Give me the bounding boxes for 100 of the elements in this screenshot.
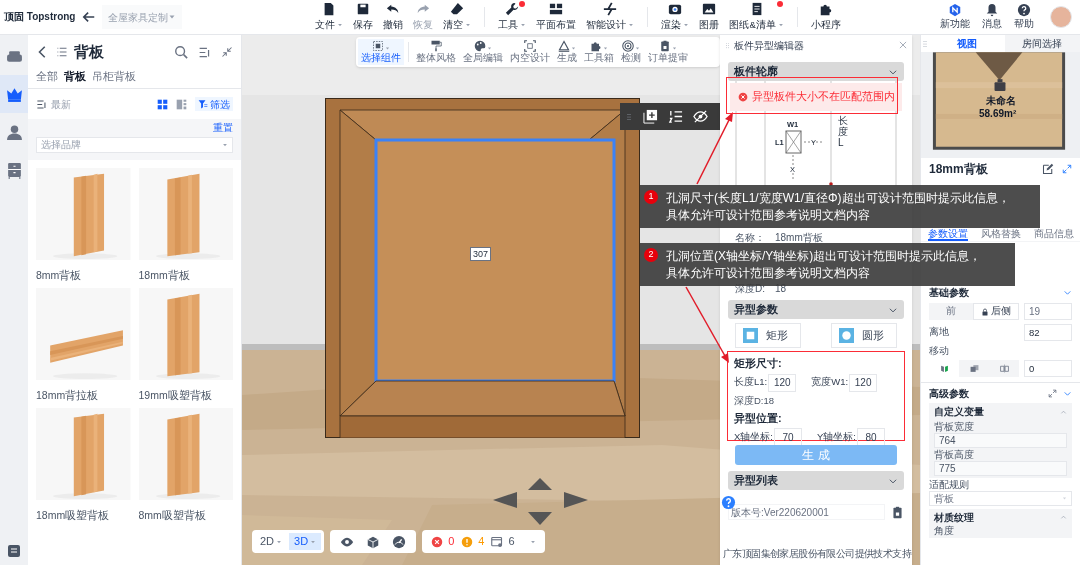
toolbar-button[interactable]: 小程序 [805, 1, 846, 33]
selection-icon [372, 40, 384, 52]
error-count[interactable]: 0 [448, 533, 455, 550]
toolbar-button[interactable]: 检测 [618, 39, 644, 65]
sort-icon[interactable] [198, 45, 211, 59]
product-name[interactable]: 18mm背拉板 [36, 388, 131, 404]
toolbar-button[interactable]: 全局编辑 [460, 39, 506, 65]
expand-icon[interactable] [1062, 164, 1072, 174]
property-tab[interactable]: 商品信息 [1033, 226, 1074, 241]
category-tab[interactable]: 背板 [64, 68, 86, 85]
caret-icon[interactable] [529, 538, 536, 545]
paint-roller-icon [430, 40, 442, 52]
toolbar-button[interactable]: 文件 [310, 1, 349, 33]
view-mode-tab[interactable]: 3D [289, 533, 322, 550]
cube-icon[interactable] [366, 534, 381, 549]
section-title: 材质纹理 [934, 510, 974, 525]
toolbar-button[interactable]: 帮助 [1010, 2, 1038, 32]
segment-button[interactable]: 后侧 [973, 303, 1019, 320]
circle-icon [839, 328, 854, 343]
view-tab[interactable]: 房间选择 [1004, 35, 1080, 52]
up-arrow[interactable] [528, 478, 552, 490]
item-count[interactable]: 6 [508, 533, 515, 550]
toolbar-button[interactable]: 选择组件 [358, 39, 404, 65]
toolbar-button[interactable]: 工具箱 [581, 39, 617, 65]
shape-button[interactable]: 圆形 [831, 323, 897, 348]
view-mode-tab[interactable]: 2D [255, 533, 288, 550]
toolbar-button[interactable]: 工具 [493, 1, 532, 33]
toolbar-button[interactable]: 智能设计 [581, 1, 640, 33]
add-icon[interactable] [643, 109, 658, 124]
product-name[interactable]: 8mm背板 [36, 268, 131, 284]
warning-icon [461, 535, 474, 548]
numbered-list-icon[interactable] [668, 109, 683, 124]
field-label: Y轴坐标: [817, 430, 856, 445]
number-field[interactable]: 120 [849, 373, 878, 392]
number-field[interactable]: 0 [1024, 360, 1072, 378]
toolbar-button[interactable]: 图纸&清单 [724, 1, 789, 33]
toolbar-button[interactable]: 平面布置 [531, 1, 582, 33]
reset-link[interactable]: 重置 [213, 120, 233, 135]
filter-icon [198, 99, 208, 109]
section-header[interactable]: 异型列表 [728, 471, 904, 490]
field-label: 适配规则 [928, 478, 970, 491]
toolbar-button[interactable]: 消息 [978, 2, 1006, 32]
toolbar-button[interactable]: 内空设计 [507, 39, 553, 65]
filter-button[interactable]: 筛选 [195, 97, 233, 111]
sheet-icon[interactable] [6, 543, 22, 559]
caret-icon [1062, 495, 1067, 501]
product-name[interactable]: 8mm吸塑背板 [138, 508, 233, 524]
number-field[interactable]: 70 [774, 428, 802, 447]
callout-text: 孔洞尺寸(长度L1/宽度W1/直径Φ)超出可设计范围时提示此信息， 具体允许可设计范围参考说明文档内容 [666, 189, 1010, 224]
segment-button[interactable]: 前 [929, 303, 973, 320]
hide-icon[interactable] [693, 109, 708, 124]
toolbar-button[interactable]: 生成 [554, 39, 580, 65]
close-icon[interactable] [898, 40, 908, 50]
toolbar-button[interactable]: 新功能 [936, 2, 974, 32]
sidebar-tab[interactable] [0, 75, 28, 113]
square-icon [743, 328, 758, 343]
expand-icon[interactable] [1048, 388, 1057, 398]
category-tab[interactable]: 吊柜背板 [92, 68, 136, 85]
toolbar-button[interactable]: 清空 [438, 1, 477, 33]
shape-button[interactable]: 矩形 [735, 323, 801, 348]
left-arrow[interactable] [493, 492, 517, 508]
gauge-icon[interactable] [392, 534, 407, 549]
toolbar-button[interactable]: 整体风格 [413, 39, 459, 65]
product-name[interactable]: 18mm吸塑背板 [36, 508, 131, 524]
number-field[interactable]: 80 [856, 428, 885, 447]
toolbar-button[interactable]: 撤销 [378, 1, 409, 33]
field-label: 角度 [934, 524, 955, 537]
section-header[interactable]: 异型参数 [728, 300, 904, 319]
clipboard-icon[interactable] [891, 505, 904, 519]
toolbar-button[interactable]: 渲染 [656, 1, 695, 33]
product-name[interactable]: 19mm吸塑背板 [138, 388, 233, 404]
rule-select[interactable]: 背板 [929, 490, 1072, 506]
help-icon[interactable] [721, 495, 736, 510]
field-label: 背板宽度 [934, 420, 975, 433]
cabinet-icon [5, 161, 23, 179]
collapse-icon[interactable] [221, 46, 233, 58]
field-value: 18 [775, 281, 787, 296]
number-badge: 2 [644, 248, 658, 262]
footer-text: 广东顶固集创家居股份有限公司提供技术支持 [723, 546, 911, 561]
down-arrow[interactable] [528, 512, 552, 525]
caret-icon [222, 142, 228, 148]
field-label: 名称： [735, 231, 765, 245]
split-view-icon[interactable] [176, 98, 187, 110]
palette-icon [474, 40, 486, 52]
toolbar-button[interactable]: 订单提审 [645, 39, 691, 65]
number-field[interactable]: 82 [1024, 324, 1072, 341]
category-tab[interactable]: 全部 [36, 68, 58, 85]
search-icon[interactable] [174, 45, 188, 59]
toolbar-button[interactable]: 图册 [694, 1, 725, 33]
target-icon [622, 40, 634, 52]
edit-icon[interactable] [1042, 163, 1054, 175]
section-header[interactable]: 板件轮廓 [728, 62, 904, 81]
grid-icon[interactable] [157, 98, 168, 110]
flip-icon [939, 364, 949, 374]
number-field[interactable]: 120 [768, 373, 797, 392]
property-tab[interactable]: 风格替换 [980, 226, 1021, 241]
toolbar-button[interactable]: 保存 [348, 1, 379, 33]
right-arrow[interactable] [564, 492, 588, 508]
error-icon [431, 535, 444, 548]
product-name[interactable]: 18mm背板 [138, 268, 233, 284]
